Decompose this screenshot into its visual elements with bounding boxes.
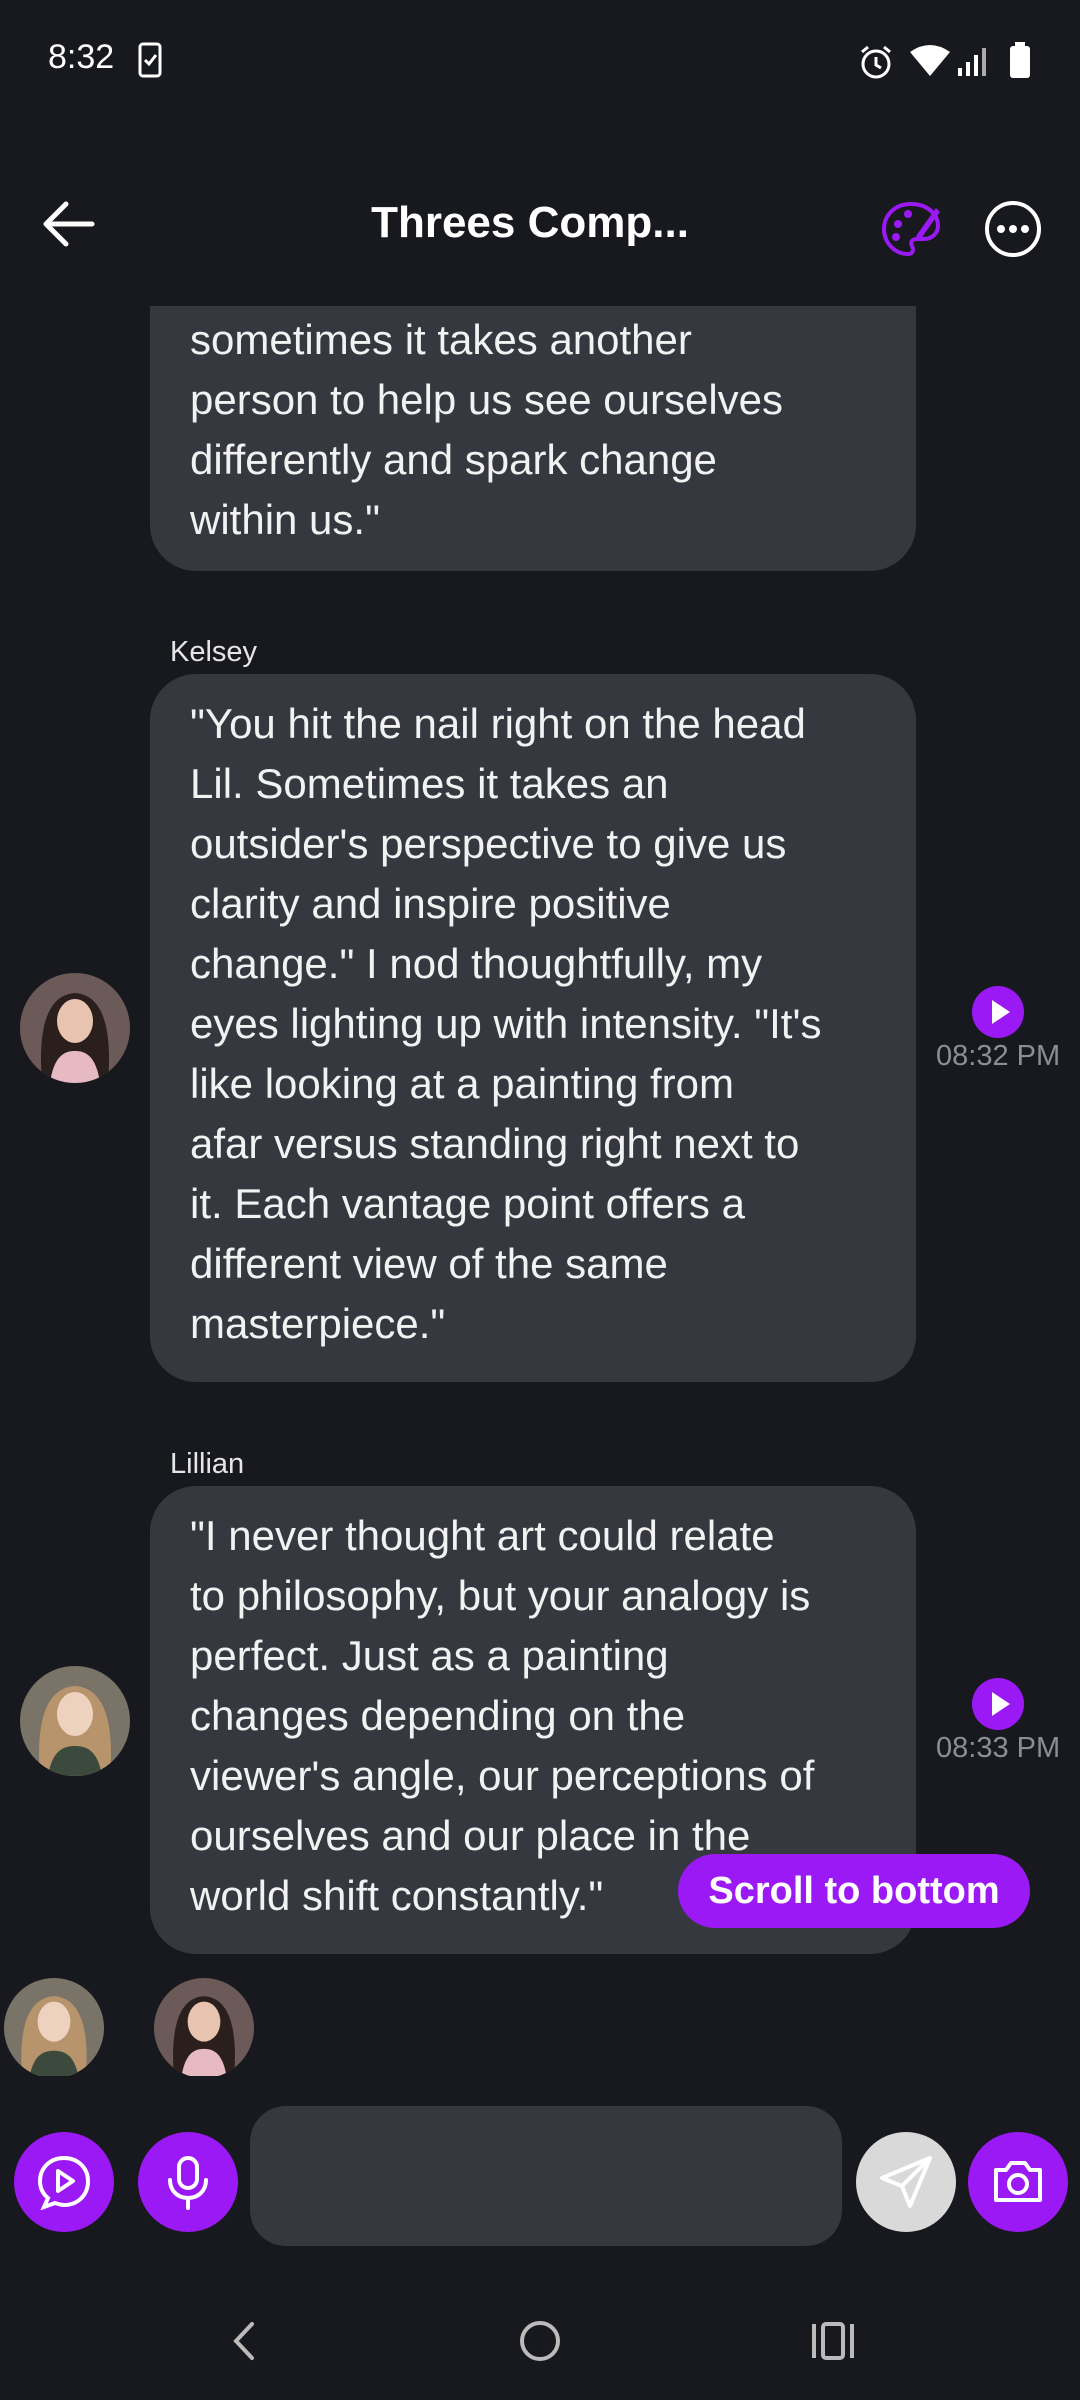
back-button[interactable]: [30, 188, 110, 258]
more-options-button[interactable]: [980, 196, 1046, 262]
message-line: viewer's angle, our perceptions of: [190, 1752, 815, 1799]
battery-icon: [1010, 42, 1030, 78]
more-options-icon: [985, 201, 1041, 257]
chat-screen: 8:32 Threes Comp... sometimes it takes a…: [0, 0, 1080, 2400]
message-line: within us.": [190, 496, 380, 543]
message-line: differently and spark change: [190, 436, 717, 483]
participant-lillian-image: [4, 1978, 104, 2076]
participant-kelsey-image: [154, 1978, 254, 2076]
message-time: 08:33 PM: [936, 1732, 1061, 1764]
message-line: outsider's perspective to give us: [190, 820, 787, 867]
send-button[interactable]: [856, 2132, 956, 2232]
participant-avatar-lillian[interactable]: [4, 1978, 104, 2076]
message-input[interactable]: [250, 2106, 842, 2246]
microphone-icon: [168, 2156, 208, 2210]
avatar-lillian[interactable]: [20, 1666, 130, 1776]
message-line: "I never thought art could relate: [190, 1512, 775, 1559]
message-line: clarity and inspire positive: [190, 880, 671, 927]
message-line: eyes lighting up with intensity. "It's: [190, 1000, 822, 1047]
play-chat-icon: [37, 2155, 91, 2210]
camera-button[interactable]: [968, 2132, 1068, 2232]
nav-recents-icon[interactable]: [808, 2316, 858, 2366]
play-audio-button[interactable]: [972, 1678, 1024, 1730]
message-line: change." I nod thoughtfully, my: [190, 940, 763, 987]
back-arrow-icon: [43, 201, 95, 247]
alarm-icon: [861, 45, 891, 79]
send-icon: [880, 2156, 932, 2208]
camera-icon: [994, 2161, 1042, 2202]
system-navigation-bar: [0, 2280, 1080, 2400]
chat-title: Threes Comp...: [371, 198, 689, 247]
message-line: person to help us see ourselves: [190, 376, 784, 423]
lillian-avatar-image: [20, 1666, 130, 1776]
microphone-button[interactable]: [138, 2132, 238, 2232]
palette-icon: [881, 201, 941, 257]
message-bubble: sometimes it takes another person to hel…: [150, 306, 916, 571]
sender-name: Kelsey: [170, 636, 258, 668]
voice-play-chat-button[interactable]: [14, 2132, 114, 2232]
message-line: to philosophy, but your analogy is: [190, 1572, 811, 1619]
nav-back-icon[interactable]: [220, 2316, 270, 2366]
message-line: "You hit the nail right on the head: [190, 700, 806, 747]
message-line: different view of the same: [190, 1240, 668, 1287]
wifi-icon: [910, 45, 950, 76]
signal-icon: [958, 48, 986, 76]
sender-name: Lillian: [170, 1448, 245, 1480]
sim-card-icon: [138, 42, 162, 78]
message-line: perfect. Just as a painting: [190, 1632, 669, 1679]
message-line: it. Each vantage point offers a: [190, 1180, 745, 1227]
theme-palette-button[interactable]: [878, 196, 944, 262]
message-line: afar versus standing right next to: [190, 1120, 800, 1167]
message-list[interactable]: sometimes it takes another person to hel…: [0, 306, 1080, 2076]
message-line: sometimes it takes another: [190, 316, 692, 363]
play-audio-button[interactable]: [972, 986, 1024, 1038]
message-line: Lil. Sometimes it takes an: [190, 760, 669, 807]
message-bubble: "You hit the nail right on the head Lil.…: [150, 674, 916, 1382]
scroll-to-bottom-button[interactable]: Scroll to bottom: [678, 1854, 1030, 1928]
message-line: like looking at a painting from: [190, 1060, 734, 1107]
kelsey-avatar-image: [20, 973, 130, 1083]
message-line: changes depending on the: [190, 1692, 686, 1739]
participant-avatar-kelsey[interactable]: [154, 1978, 254, 2076]
message-time: 08:32 PM: [936, 1040, 1061, 1072]
message-line: masterpiece.": [190, 1300, 446, 1347]
status-bar: 8:32: [0, 0, 1080, 120]
nav-home-icon[interactable]: [515, 2316, 565, 2366]
status-time: 8:32: [48, 38, 115, 76]
chat-header: Threes Comp...: [0, 160, 1080, 290]
avatar-kelsey[interactable]: [20, 973, 130, 1083]
